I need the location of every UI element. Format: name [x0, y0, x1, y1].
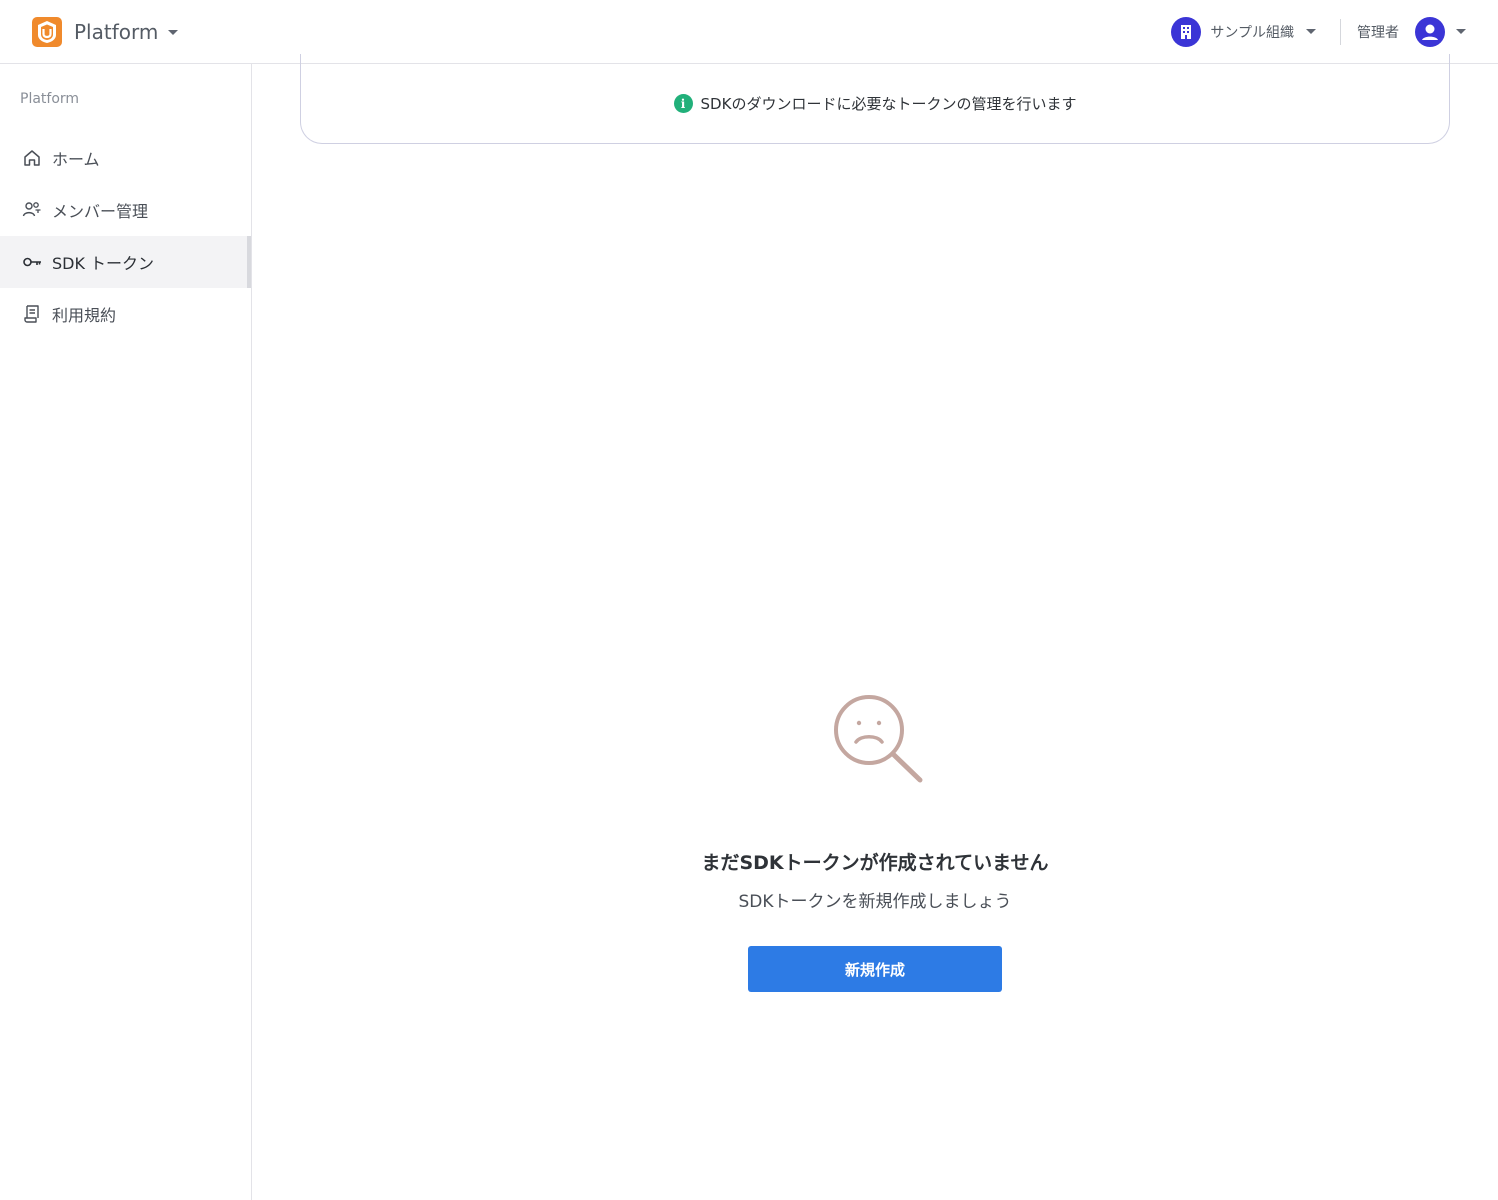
members-icon: [22, 202, 41, 217]
sidebar-item-label: 利用規約: [52, 306, 117, 325]
user-role: 管理者: [1357, 24, 1399, 41]
sidebar-item-label: ホーム: [52, 150, 100, 169]
caret-down-icon: [168, 30, 179, 35]
header-actions: サンプル組織 管理者: [1171, 16, 1466, 47]
info-text: SDKのダウンロードに必要なトークンの管理を行います: [700, 95, 1077, 113]
org-switcher[interactable]: サンプル組織: [1171, 16, 1316, 47]
empty-state: まだSDKトークンが作成されていません SDKトークンを新規作成しましょう 新規…: [252, 694, 1498, 992]
info-card: i SDKのダウンロードに必要なトークンの管理を行います: [300, 54, 1450, 144]
empty-state-title: まだSDKトークンが作成されていません: [701, 852, 1049, 874]
home-icon: [24, 150, 40, 166]
sidebar-item-home[interactable]: ホーム: [0, 132, 251, 184]
building-icon: [1171, 16, 1202, 47]
sidebar-item-members[interactable]: メンバー管理: [0, 184, 251, 236]
main-content: i SDKのダウンロードに必要なトークンの管理を行います まだSDKトークンが作…: [252, 54, 1498, 1200]
sidebar-item-terms[interactable]: 利用規約: [0, 288, 251, 340]
app-switcher[interactable]: Platform: [32, 16, 179, 47]
caret-down-icon: [1456, 29, 1466, 34]
sidebar-item-label: メンバー管理: [52, 202, 149, 221]
platform-logo-icon: [32, 16, 62, 47]
app-name: Platform: [74, 19, 159, 44]
empty-state-subtitle: SDKトークンを新規作成しましょう: [738, 892, 1012, 912]
org-name: サンプル組織: [1210, 24, 1294, 41]
user-menu[interactable]: 管理者: [1357, 16, 1466, 47]
sidebar-item-sdk-token[interactable]: SDK トークン: [0, 236, 251, 288]
caret-down-icon: [1306, 29, 1316, 34]
sidebar-nav: ホーム メンバー管理 SDK トークン 利用規約: [0, 132, 251, 340]
user-avatar-icon: [1415, 16, 1445, 47]
sad-magnifier-icon: [834, 695, 923, 783]
info-icon: i: [673, 94, 693, 113]
key-icon: [23, 257, 41, 267]
sidebar: Platform ホーム メンバー管理 SDK トークン 利用規約: [0, 64, 252, 1200]
create-token-button[interactable]: 新規作成: [748, 946, 1002, 992]
sidebar-item-label: SDK トークン: [52, 254, 155, 273]
document-icon: [24, 305, 39, 323]
sidebar-section-title: Platform: [20, 91, 80, 107]
header-divider: [1340, 18, 1341, 45]
